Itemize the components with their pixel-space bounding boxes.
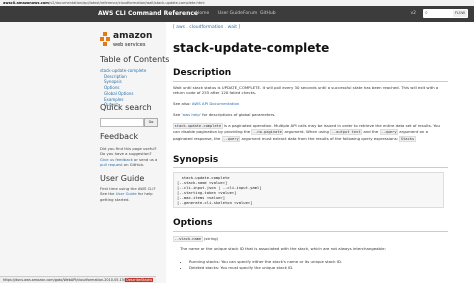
version-select[interactable]: v2 [410, 11, 416, 16]
aws-cubes-icon [100, 32, 111, 46]
option-bullets: Running stacks: You can specify either t… [180, 259, 451, 270]
header-search-button[interactable]: FLOW [452, 10, 467, 17]
inline-code: stack-update-complete [173, 123, 223, 129]
quick-search-button[interactable]: Go [144, 118, 158, 127]
pagination-paragraph: stack-update-complete is a paginated ope… [173, 123, 448, 142]
synopsis-heading: Synopsis [173, 155, 219, 165]
inline-code: --output text [330, 129, 363, 136]
inline-code: --no-paginate [251, 129, 284, 136]
search-icon: ⌕ [425, 10, 428, 16]
synopsis-line: [--generate-cli-skeleton <value>] [177, 200, 253, 205]
user-guide-text: First time using the AWS CLI? See the Us… [100, 186, 160, 202]
see-post: for descriptions of global parameters. [200, 112, 276, 117]
quick-search-title: Quick search [100, 103, 152, 112]
divider [173, 81, 448, 82]
feedback-end: on GitHub. [122, 162, 145, 168]
aws-help-link[interactable]: 'aws help' [182, 112, 201, 117]
user-guide-pre: See the [100, 191, 116, 197]
user-guide-title: User Guide [100, 174, 145, 183]
options-heading: Options [173, 218, 213, 228]
option-stack-name: --stack-name (string) [173, 236, 448, 242]
feedback-title: Feedback [100, 132, 139, 141]
description-heading: Description [173, 68, 232, 78]
see-help: See 'aws help' for descriptions of globa… [173, 112, 448, 117]
inline-code: Stacks [399, 135, 416, 142]
status-url: https://docs.aws.amazon.com/goto/WebAPI/… [3, 278, 126, 282]
page-title: stack-update-complete [173, 41, 330, 55]
give-feedback-link[interactable]: Give us feedback [100, 157, 133, 162]
feedback-text: Did you find this page useful? Do you ha… [100, 146, 160, 168]
user-guide-line-2: See the User Guide for help getting star… [100, 191, 160, 202]
nav-home[interactable]: Home [196, 11, 209, 16]
nav-forum[interactable]: Forum [243, 11, 257, 16]
feedback-line-4: pull request on GitHub. [100, 162, 160, 167]
toc-item-stack-update-complete[interactable]: stack-update-complete [100, 68, 146, 74]
see-pre: See [173, 112, 182, 117]
option-description: The name or the unique stack ID that is … [180, 246, 386, 251]
synopsis-code-block: stack-update-complete [--stack-name <val… [173, 172, 444, 208]
option-bullet: Deleted stacks: You must specify the uni… [189, 265, 451, 271]
divider [173, 231, 448, 232]
logo-sub: web services [113, 42, 146, 48]
user-guide-link[interactable]: User Guide [116, 191, 137, 196]
pag-text-2: argument. When using [283, 129, 331, 135]
pag-text-3: and the [362, 129, 380, 135]
toc-title: Table of Contents [100, 55, 170, 64]
see-also-pre: See also: [173, 101, 192, 106]
inline-code: --query [221, 135, 241, 142]
aws-api-doc-link[interactable]: AWS API Documentation [192, 101, 239, 106]
divider [173, 167, 448, 168]
pag-text-5: argument must extract data from the resu… [240, 135, 400, 141]
option-name-code: --stack-name [173, 236, 203, 242]
toc-list: stack-update-complete Description Synops… [100, 68, 146, 108]
nav-user-guide[interactable]: User Guide [218, 11, 243, 16]
status-bar-url: https://docs.aws.amazon.com/goto/WebAPI/… [0, 276, 157, 283]
logo-word: amazon [113, 31, 153, 41]
option-type: (string) [203, 236, 219, 241]
pull-request-link[interactable]: pull request [100, 162, 123, 167]
inline-code: --query [379, 129, 399, 136]
feedback-mid: or send us a [132, 156, 158, 162]
header-search-input[interactable]: ⌕ FLOW [423, 9, 468, 18]
nav-github[interactable]: GitHub [260, 11, 276, 16]
url-domain: awscli.amazonaws.com [3, 1, 49, 5]
url-path: /v2/documentation/api/latest/reference/c… [48, 1, 205, 5]
quick-search-input[interactable] [100, 118, 144, 127]
site-title[interactable]: AWS CLI Command Reference [98, 10, 198, 17]
site-header: AWS CLI Command Reference Home User Guid… [0, 6, 474, 22]
breadcrumb[interactable]: [ aws . cloudformation . wait ] [173, 25, 240, 30]
description-paragraph: Wait until stack status is UPDATE_COMPLE… [173, 85, 439, 96]
see-also: See also: AWS API Documentation [173, 101, 448, 106]
status-url-highlight: DescribeStacks [125, 278, 154, 282]
